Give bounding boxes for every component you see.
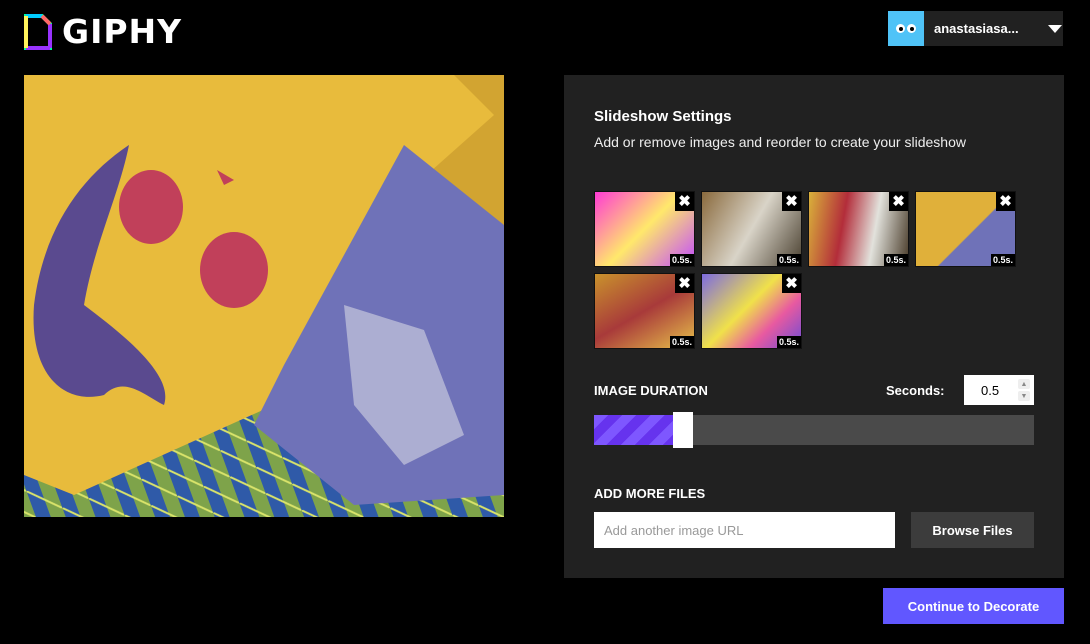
panel-subtitle: Add or remove images and reorder to crea… xyxy=(594,134,966,150)
thumbnail[interactable]: ✖ 0.5s. xyxy=(594,191,695,267)
giphy-logo[interactable]: GIPHY xyxy=(24,12,182,51)
avatar xyxy=(888,11,924,46)
close-icon[interactable]: ✖ xyxy=(675,192,694,211)
thumbnail-duration: 0.5s. xyxy=(776,336,801,348)
image-url-input[interactable] xyxy=(594,512,895,548)
close-icon[interactable]: ✖ xyxy=(675,274,694,293)
thumbnail[interactable]: ✖ 0.5s. xyxy=(808,191,909,267)
username: anastasiasa... xyxy=(934,21,1019,36)
seconds-value: 0.5 xyxy=(981,382,1000,398)
seconds-input[interactable]: 0.5 ▲ ▼ xyxy=(964,375,1034,405)
giphy-logo-icon xyxy=(24,13,52,50)
user-menu[interactable]: anastasiasa... xyxy=(888,11,1063,46)
thumbnail[interactable]: ✖ 0.5s. xyxy=(915,191,1016,267)
thumbnail-duration: 0.5s. xyxy=(883,254,908,266)
slider-handle[interactable] xyxy=(673,412,693,448)
continue-to-decorate-button[interactable]: Continue to Decorate xyxy=(883,588,1064,624)
close-icon[interactable]: ✖ xyxy=(996,192,1015,211)
thumbnail-duration: 0.5s. xyxy=(776,254,801,266)
eye-icon xyxy=(907,24,916,33)
close-icon[interactable]: ✖ xyxy=(782,192,801,211)
add-more-files-label: ADD MORE FILES xyxy=(594,486,706,501)
slideshow-preview-image xyxy=(24,75,504,517)
close-icon[interactable]: ✖ xyxy=(889,192,908,211)
thumbnail[interactable]: ✖ 0.5s. xyxy=(701,191,802,267)
image-duration-label: IMAGE DURATION xyxy=(594,383,708,398)
eye-icon xyxy=(896,24,905,33)
stepper-up-icon[interactable]: ▲ xyxy=(1018,379,1030,389)
thumbnail[interactable]: ✖ 0.5s. xyxy=(701,273,802,349)
slider-fill xyxy=(594,415,673,445)
seconds-stepper[interactable]: ▲ ▼ xyxy=(1018,379,1030,401)
thumbnail[interactable]: ✖ 0.5s. xyxy=(594,273,695,349)
close-icon[interactable]: ✖ xyxy=(782,274,801,293)
brand-name: GIPHY xyxy=(62,12,183,51)
seconds-label: Seconds: xyxy=(886,383,945,398)
browse-files-button[interactable]: Browse Files xyxy=(911,512,1034,548)
chevron-down-icon[interactable] xyxy=(1048,24,1062,33)
panel-title: Slideshow Settings xyxy=(594,108,732,125)
duration-slider[interactable] xyxy=(594,412,1034,448)
thumbnail-duration: 0.5s. xyxy=(669,254,694,266)
thumbnail-duration: 0.5s. xyxy=(669,336,694,348)
slideshow-settings-panel: Slideshow Settings Add or remove images … xyxy=(564,75,1064,578)
stepper-down-icon[interactable]: ▼ xyxy=(1018,391,1030,401)
thumbnail-duration: 0.5s. xyxy=(990,254,1015,266)
